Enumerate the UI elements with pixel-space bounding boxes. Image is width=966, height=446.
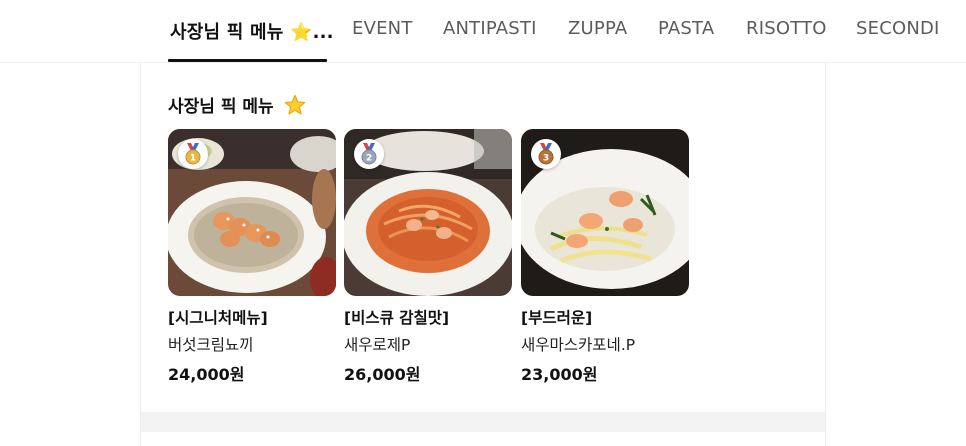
tab-label: PASTA	[658, 18, 715, 39]
menu-photo-mascarpone-pasta: 3	[521, 129, 689, 296]
menu-photo-gnocchi: 1	[168, 129, 336, 296]
star-icon	[284, 94, 305, 115]
tab-zuppa[interactable]: ZUPPA	[568, 18, 627, 39]
menu-item-name: [부드러운] 새우마스카포네.P	[521, 305, 689, 359]
menu-item-tag: [시그니처메뉴]	[168, 309, 268, 327]
menu-item-title: 새우마스카포네.P	[521, 336, 636, 354]
tab-pasta[interactable]: PASTA	[658, 18, 714, 39]
active-tab-indicator	[168, 59, 327, 62]
menu-item-name: [시그니처메뉴] 버섯크림뇨끼	[168, 305, 336, 359]
section-title: 사장님 픽 메뉴	[168, 92, 306, 117]
menu-item-title: 버섯크림뇨끼	[168, 336, 254, 354]
menu-photo-rose-pasta: 2	[344, 129, 512, 296]
tab-event[interactable]: EVENT	[352, 18, 413, 39]
svg-text:1: 1	[190, 154, 196, 164]
tab-label: EVENT	[352, 18, 413, 39]
svg-text:3: 3	[543, 154, 549, 164]
menu-item-price: 26,000원	[344, 365, 421, 384]
menu-item-title: 새우로제P	[344, 336, 411, 354]
section-divider	[141, 412, 825, 432]
tab-label: ZUPPA	[568, 18, 628, 39]
menu-card[interactable]: 3 [부드러운] 새우마스카포네.P 23,000원	[521, 129, 689, 389]
menu-item-tag: [비스큐 감칠맛]	[344, 309, 450, 327]
svg-text:2: 2	[366, 154, 372, 164]
tab-risotto[interactable]: RISOTTO	[746, 18, 827, 39]
section-title-text: 사장님 픽 메뉴	[168, 97, 274, 117]
gold-medal-icon: 1	[178, 139, 208, 169]
category-tab-bar: 사장님 픽 메뉴 ⭐... EVENT ANTIPASTI ZUPPA PAST…	[0, 0, 966, 63]
tab-label: RISOTTO	[746, 18, 827, 39]
bronze-medal-icon: 3	[531, 139, 561, 169]
menu-item-price: 24,000원	[168, 365, 245, 384]
tab-secondi[interactable]: SECONDI	[856, 18, 940, 39]
tab-label: SECONDI	[856, 18, 940, 39]
tab-antipasti[interactable]: ANTIPASTI	[443, 18, 537, 39]
menu-card[interactable]: 1 [시그니처메뉴] 버섯크림뇨끼 24,000원	[168, 129, 336, 389]
silver-medal-icon: 2	[354, 139, 384, 169]
tab-label: ANTIPASTI	[443, 18, 537, 39]
menu-item-tag: [부드러운]	[521, 309, 593, 327]
menu-item-name: [비스큐 감칠맛] 새우로제P	[344, 305, 512, 359]
tab-owner-pick[interactable]: 사장님 픽 메뉴 ⭐...	[170, 18, 334, 44]
menu-item-price: 23,000원	[521, 365, 598, 384]
menu-card[interactable]: 2 [비스큐 감칠맛] 새우로제P 26,000원	[344, 129, 512, 389]
tab-label: 사장님 픽 메뉴 ⭐...	[170, 22, 334, 43]
